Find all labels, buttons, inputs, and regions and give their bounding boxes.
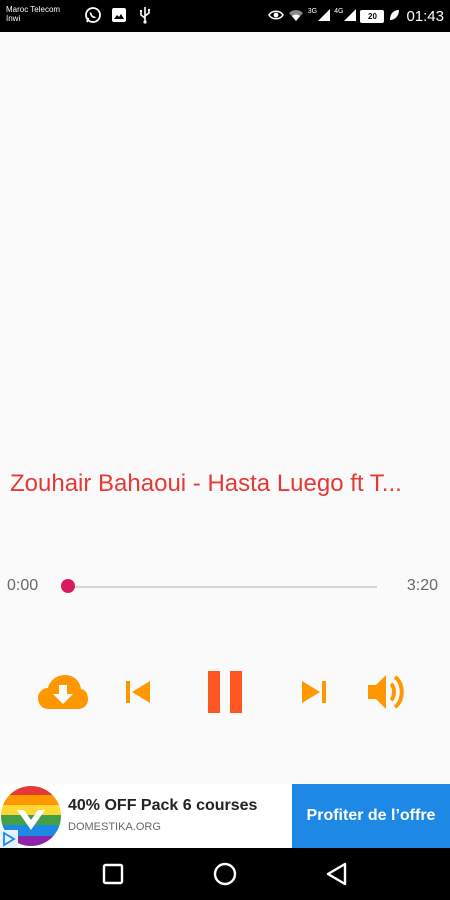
volume-button[interactable] <box>364 670 410 714</box>
usb-icon <box>136 6 154 24</box>
track-title: Zouhair Bahaoui - Hasta Luego ft T... <box>10 470 402 497</box>
square-icon <box>102 863 124 885</box>
pause-button[interactable] <box>202 668 248 716</box>
battery-level: 20 <box>368 11 377 21</box>
back-button[interactable] <box>324 861 350 887</box>
navigation-bar <box>0 848 450 900</box>
volume-up-icon <box>368 675 404 709</box>
ad-title: 40% OFF Pack 6 courses <box>68 797 258 814</box>
signal-2-label: 4G <box>334 7 344 15</box>
leaf-icon <box>388 8 400 24</box>
ad-domain: DOMESTIKA.ORG <box>68 821 161 833</box>
next-button[interactable] <box>296 676 332 708</box>
whatsapp-icon <box>84 6 102 24</box>
carrier-line-2: Inwi <box>6 14 21 23</box>
status-bar: Maroc Telecom Inwi 3G 4G 20 01:43 <box>0 0 450 32</box>
seek-bar-thumb[interactable] <box>61 579 75 593</box>
previous-button[interactable] <box>120 676 156 708</box>
signal-2-icon <box>344 8 357 24</box>
battery-icon: 20 <box>360 9 385 23</box>
seek-bar-track[interactable] <box>68 586 377 588</box>
download-button[interactable] <box>36 670 90 714</box>
ad-cta-button[interactable]: Profiter de l’offre <box>292 784 450 848</box>
clock: 01:43 <box>406 7 444 25</box>
pause-icon <box>208 671 242 713</box>
triangle-back-icon <box>326 862 347 886</box>
wifi-icon <box>288 8 304 24</box>
skip-previous-icon <box>126 681 150 703</box>
cloud-download-icon <box>38 675 88 709</box>
signal-1-label: 3G <box>307 7 318 15</box>
total-duration: 3:20 <box>406 577 438 594</box>
image-icon <box>110 6 128 24</box>
skip-next-icon <box>302 681 326 703</box>
home-button[interactable] <box>212 861 238 887</box>
elapsed-time: 0:00 <box>7 577 39 594</box>
ad-banner[interactable]: 40% OFF Pack 6 courses DOMESTIKA.ORG Pro… <box>0 784 450 848</box>
eye-icon <box>267 8 284 24</box>
recents-button[interactable] <box>100 861 126 887</box>
carrier-label: Maroc Telecom Inwi <box>6 5 82 23</box>
carrier-line-1: Maroc Telecom <box>6 5 61 14</box>
circle-icon <box>213 862 237 886</box>
ad-choices-icon[interactable] <box>0 830 18 848</box>
signal-1-icon <box>318 8 331 24</box>
status-icons: 3G 4G 20 01:43 <box>267 0 444 32</box>
